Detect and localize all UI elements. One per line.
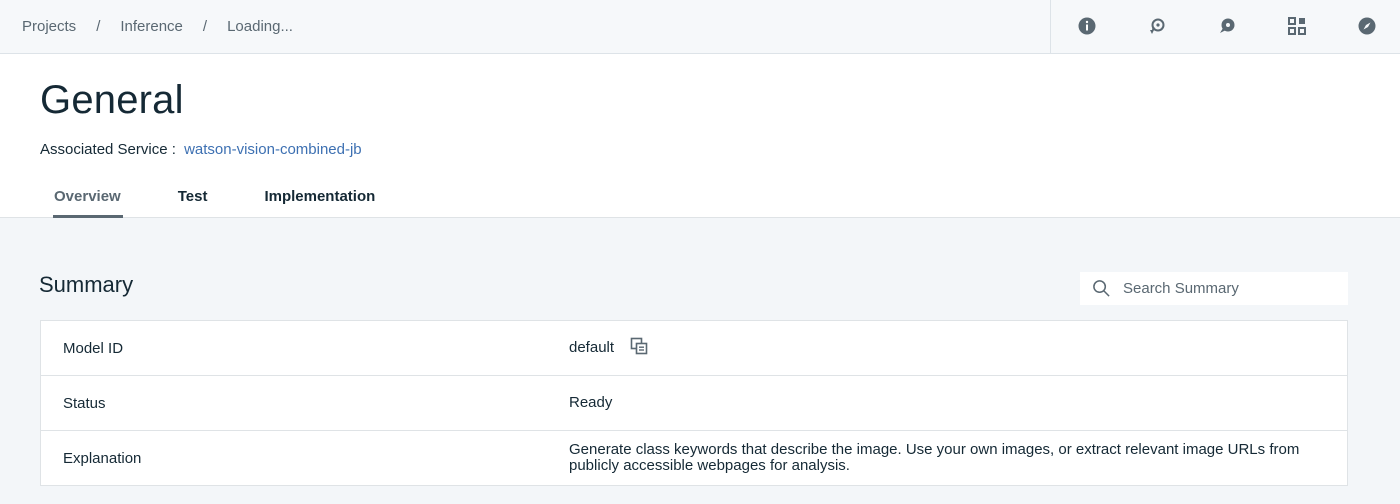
tab-overview[interactable]: Overview [53, 180, 123, 218]
summary-table: Model ID default Status Ready Explanatio… [40, 320, 1348, 486]
search-icon [1093, 280, 1110, 297]
breadcrumb-separator: / [202, 17, 208, 35]
toolbar-actions [1050, 0, 1400, 53]
table-row: Model ID default [41, 321, 1347, 376]
page-title: General [40, 78, 184, 122]
row-value: Generate class keywords that describe th… [569, 441, 1300, 474]
compass-icon[interactable] [1355, 14, 1379, 38]
breadcrumb-projects[interactable]: Projects [22, 18, 76, 35]
table-row: Explanation Generate class keywords that… [41, 431, 1347, 485]
row-value: default [569, 321, 1329, 375]
apps-grid-icon[interactable] [1285, 14, 1309, 38]
associated-service-link[interactable]: watson-vision-combined-jb [184, 141, 362, 158]
tab-bar: Overview Test Implementation [40, 180, 432, 218]
associated-service: Associated Service : watson-vision-combi… [40, 141, 362, 158]
summary-title: Summary [39, 272, 134, 297]
copy-icon[interactable] [630, 337, 648, 355]
model-id-value: default [569, 339, 615, 356]
breadcrumb-current: Loading... [227, 17, 293, 35]
row-key: Status [63, 394, 106, 412]
row-key: Model ID [63, 339, 124, 357]
tab-implementation[interactable]: Implementation [264, 180, 375, 218]
table-row: Status Ready [41, 376, 1347, 431]
page-header: General Associated Service : watson-visi… [0, 54, 1400, 218]
breadcrumb-inference[interactable]: Inference [120, 18, 183, 35]
search-summary [1080, 272, 1348, 305]
chat-icon[interactable] [1215, 14, 1239, 38]
top-bar: Projects / Inference / Loading... [0, 0, 1400, 54]
info-icon[interactable] [1075, 14, 1099, 38]
associated-service-label: Associated Service : [40, 141, 176, 158]
breadcrumb-separator: / [96, 17, 101, 35]
search-input[interactable] [1123, 272, 1343, 305]
row-value: Ready [569, 394, 613, 411]
row-key: Explanation [63, 449, 142, 467]
breadcrumb: Projects / Inference / Loading... [22, 0, 293, 52]
refresh-icon[interactable] [1145, 14, 1169, 38]
tab-test[interactable]: Test [178, 180, 208, 218]
